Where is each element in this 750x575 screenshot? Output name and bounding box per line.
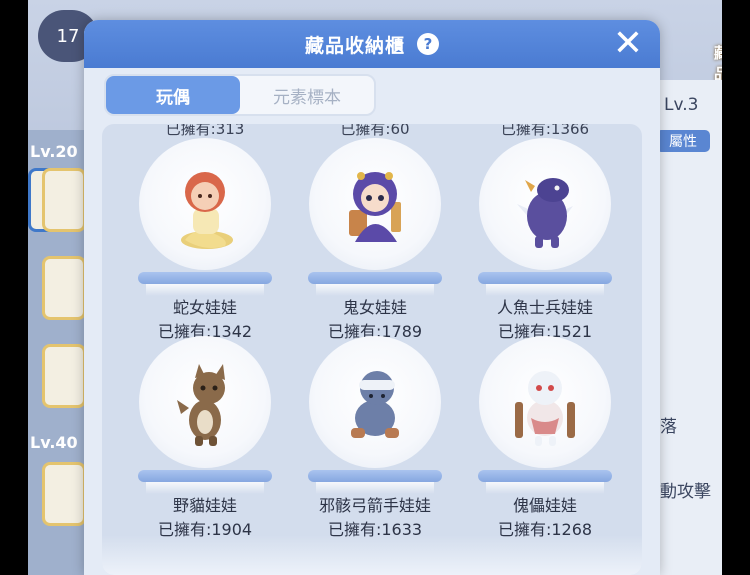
collection-button-label[interactable]: 藏品 (714, 42, 722, 84)
category-tabs: 玩偶 元素標本 (104, 74, 376, 116)
tab-element-specimens[interactable]: 元素標本 (240, 76, 374, 114)
puppet-doll-icon (515, 371, 575, 446)
item-pedestal (138, 272, 272, 284)
ghost-girl-doll-icon (349, 172, 401, 242)
cropped-count: 已擁有:313 (165, 124, 245, 138)
collection-cabinet-modal: 藏品收納櫃 ? ✕ 玩偶 元素標本 已擁有:313 已擁有:60 已擁有:136… (84, 20, 660, 575)
item-pedestal (138, 470, 272, 482)
background-right-text: 落 (660, 417, 677, 437)
item-pedestal (308, 272, 442, 284)
cropped-count: 已擁有:1366 (500, 124, 590, 138)
collection-item[interactable]: 野貓娃娃 已擁有:1904 (120, 336, 290, 539)
item-pedestal (478, 470, 612, 482)
collection-item[interactable]: 邪骸弓箭手娃娃 已擁有:1633 (290, 336, 460, 539)
item-name: 邪骸弓箭手娃娃 (318, 496, 431, 515)
item-pedestal (478, 272, 612, 284)
badge-value: 17 (56, 25, 80, 47)
background-slot[interactable] (42, 256, 86, 320)
item-pedestal (308, 470, 442, 482)
item-name: 鬼女娃娃 (342, 298, 407, 317)
background-level-label: Lv.40 (30, 433, 78, 452)
help-icon[interactable]: ? (417, 33, 439, 55)
collection-item[interactable]: 人魚士兵娃娃 已擁有:1521 (460, 138, 630, 341)
background-slot[interactable] (42, 344, 86, 408)
modal-title: 藏品收納櫃 (304, 34, 405, 57)
item-name: 傀儡娃娃 (512, 496, 577, 515)
background-right-text: 動攻擊 (660, 482, 711, 502)
background-right-level: Lv.3 (664, 95, 699, 115)
snake-girl-doll-icon (181, 172, 233, 249)
tab-dolls[interactable]: 玩偶 (106, 76, 240, 114)
collection-item[interactable]: 傀儡娃娃 已擁有:1268 (460, 336, 630, 539)
background-slot[interactable] (42, 462, 86, 526)
merfolk-soldier-doll-icon (517, 178, 573, 248)
cropped-previous-row: 已擁有:313 已擁有:60 已擁有:1366 (102, 124, 642, 138)
background-level-label: Lv.20 (30, 142, 78, 161)
cropped-count: 已擁有:60 (340, 124, 410, 138)
item-name: 人魚士兵娃娃 (496, 298, 593, 317)
modal-header: 藏品收納櫃 ? ✕ (84, 20, 660, 68)
attribute-chip[interactable]: 屬性 (656, 130, 710, 152)
item-name: 蛇女娃娃 (172, 298, 237, 317)
skeleton-archer-doll-icon (351, 371, 399, 438)
collection-grid: 已擁有:313 已擁有:60 已擁有:1366 蛇女娃娃 已擁有:1342 鬼女… (102, 124, 642, 575)
collection-item[interactable]: 蛇女娃娃 已擁有:1342 (120, 138, 290, 341)
scroll-fade (102, 535, 642, 575)
close-icon[interactable]: ✕ (610, 26, 646, 62)
item-name: 野貓娃娃 (172, 496, 237, 515)
collection-item[interactable]: 鬼女娃娃 已擁有:1789 (290, 138, 460, 341)
background-slot[interactable] (42, 168, 86, 232)
wildcat-doll-icon (177, 364, 225, 446)
